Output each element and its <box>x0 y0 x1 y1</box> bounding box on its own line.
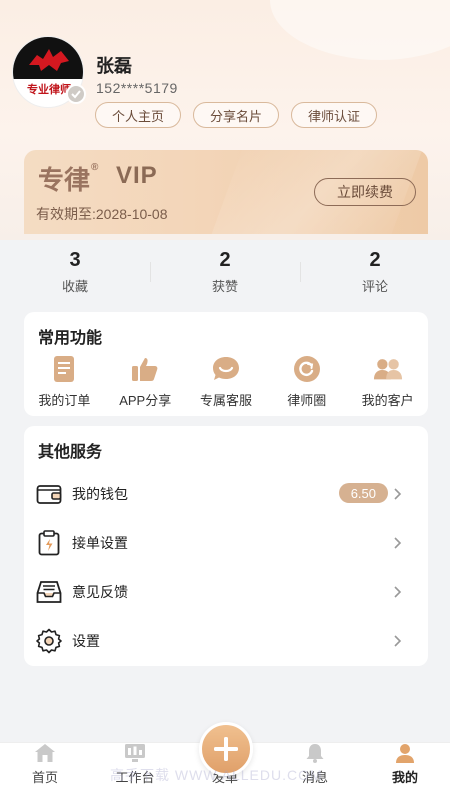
other-services-card: 其他服务 我的钱包 6.50 接单设置 意见反馈 设置 <box>24 426 428 666</box>
service-icon <box>211 354 241 384</box>
wallet-balance-badge: 6.50 <box>338 483 388 503</box>
function-customer-service[interactable]: 专属客服 <box>186 354 267 409</box>
vip-brand: 专律® <box>38 162 99 195</box>
customers-icon <box>373 354 403 384</box>
order-icon <box>49 354 79 384</box>
tab-messages[interactable]: 消息 <box>270 743 360 800</box>
user-phone: 152****5179 <box>96 80 178 96</box>
renew-button[interactable]: 立即续费 <box>314 178 416 206</box>
section-title: 常用功能 <box>38 330 103 347</box>
tab-label: 消息 <box>301 770 328 785</box>
common-functions-card: 常用功能 我的订单 APP分享 专属客服 律师圈 我的客户 <box>24 312 428 416</box>
service-item-wallet[interactable]: 我的钱包 6.50 <box>24 471 428 517</box>
stats-bar: 3 收藏 2 获赞 2 评论 <box>0 240 450 304</box>
verified-icon <box>66 84 86 104</box>
user-icon <box>394 743 416 763</box>
service-label: 接单设置 <box>72 535 128 551</box>
personal-homepage-button[interactable]: 个人主页 <box>95 102 182 128</box>
service-item-settings[interactable]: 设置 <box>24 618 428 664</box>
wallet-icon <box>36 481 62 507</box>
stat-label: 获赞 <box>211 279 238 294</box>
stat-favorites[interactable]: 3 收藏 <box>0 240 150 304</box>
service-item-order-settings[interactable]: 接单设置 <box>24 520 428 566</box>
function-label: 专属客服 <box>199 393 252 408</box>
bell-icon <box>304 743 326 763</box>
function-label: 律师圈 <box>287 393 327 408</box>
thumbs-up-icon <box>130 354 160 384</box>
function-label: 我的订单 <box>38 393 91 408</box>
tab-label: 工作台 <box>115 770 155 785</box>
home-icon <box>34 743 56 763</box>
share-card-button[interactable]: 分享名片 <box>193 102 280 128</box>
stat-label: 收藏 <box>61 279 88 294</box>
function-lawyer-circle[interactable]: 律师圈 <box>266 354 347 409</box>
service-label: 我的钱包 <box>72 486 128 502</box>
user-name: 张磊 <box>96 56 132 76</box>
plus-icon <box>214 737 238 761</box>
vip-card[interactable]: 专律® VIP 有效期至:2028-10-08 立即续费 <box>24 150 428 234</box>
stat-value: 3 <box>69 249 81 271</box>
inbox-icon <box>36 579 62 605</box>
stat-label: 评论 <box>361 279 388 294</box>
tab-mine[interactable]: 我的 <box>360 743 450 800</box>
clipboard-icon <box>36 530 62 556</box>
service-item-feedback[interactable]: 意见反馈 <box>24 569 428 615</box>
chevron-right-icon <box>394 635 402 647</box>
stat-likes[interactable]: 2 获赞 <box>150 240 300 304</box>
stat-comments[interactable]: 2 评论 <box>300 240 450 304</box>
post-order-fab[interactable] <box>199 722 253 776</box>
function-label: APP分享 <box>119 393 172 408</box>
function-my-orders[interactable]: 我的订单 <box>24 354 105 409</box>
service-label: 意见反馈 <box>72 584 128 600</box>
tab-workbench[interactable]: 工作台 <box>90 743 180 800</box>
stat-value: 2 <box>369 249 381 271</box>
chevron-right-icon <box>394 488 402 500</box>
function-label: 我的客户 <box>361 393 414 408</box>
section-title: 其他服务 <box>38 444 103 461</box>
workbench-icon <box>124 743 146 763</box>
tab-home[interactable]: 首页 <box>0 743 90 800</box>
tab-label: 我的 <box>391 770 418 785</box>
vip-tag: VIP <box>116 162 158 189</box>
function-my-customers[interactable]: 我的客户 <box>347 354 428 409</box>
circle-icon <box>292 354 322 384</box>
tab-label: 首页 <box>31 770 58 785</box>
stat-value: 2 <box>219 249 231 271</box>
service-label: 设置 <box>72 633 100 649</box>
chevron-right-icon <box>394 537 402 549</box>
profile-actions: 个人主页 分享名片 律师认证 <box>95 102 378 128</box>
vip-expire-date: 有效期至:2028-10-08 <box>36 206 168 222</box>
function-app-share[interactable]: APP分享 <box>105 354 186 409</box>
chevron-right-icon <box>394 586 402 598</box>
gear-icon <box>36 628 62 654</box>
logo-bird-icon <box>29 49 69 71</box>
lawyer-certification-button[interactable]: 律师认证 <box>291 102 378 128</box>
